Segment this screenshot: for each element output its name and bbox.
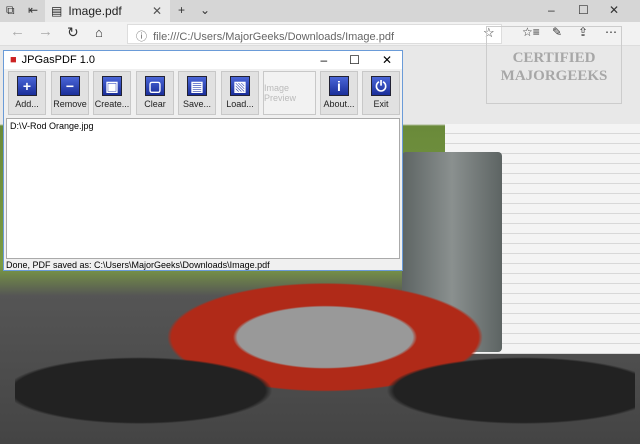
new-tab-icon[interactable]: + [178,3,185,17]
add-button[interactable]: + Add... [8,71,46,115]
info-icon: i [329,76,349,96]
forward-icon[interactable]: → [38,23,53,40]
address-bar[interactable]: ⓘ file:///C:/Users/MajorGeeks/Downloads/… [127,24,502,44]
pdf-icon: ▤ [51,4,63,18]
clear-icon: ▢ [145,76,165,96]
majorgeeks-watermark: CERTIFIED MAJORGEEKS [486,26,622,104]
minimize-icon[interactable]: – [548,3,555,17]
home-icon[interactable]: ⌂ [95,25,103,40]
close-tab-icon[interactable]: ✕ [152,4,162,18]
set-aside-tabs-icon[interactable]: ⇤ [28,3,38,17]
toolbar: + Add... − Remove ▣ Create... ▢ Clear ▤ Save.… [4,69,402,117]
chevron-down-icon[interactable]: ⌄ [200,3,210,17]
app-close-icon[interactable]: ✕ [382,53,392,67]
browser-tab-bar: ⧉ ⇤ ▤ Image.pdf ✕ + ⌄ – ☐ ✕ [0,0,640,22]
remove-button[interactable]: − Remove [51,71,89,115]
create-pdf-icon: ▣ [102,76,122,96]
motorcycle [15,266,635,444]
back-icon[interactable]: ← [10,23,25,40]
app-icon: ■ [10,54,17,66]
app-minimize-icon[interactable]: – [320,53,327,67]
about-button[interactable]: i About... [320,71,358,115]
save-icon: ▤ [187,76,207,96]
jpgaspdf-window: ■ JPGasPDF 1.0 – ☐ ✕ + Add... − Remove ▣ Crea… [3,50,403,271]
power-icon: ⏻ [371,76,391,96]
app-title-bar: ■ JPGasPDF 1.0 – ☐ ✕ [4,51,402,69]
tab-groups-icon[interactable]: ⧉ [6,3,15,18]
list-item[interactable]: D:\V-Rod Orange.jpg [10,121,396,131]
create-button[interactable]: ▣ Create... [93,71,131,115]
clear-button[interactable]: ▢ Clear [136,71,174,115]
status-bar: Done, PDF saved as: C:\Users\MajorGeeks\… [6,260,270,270]
minus-icon: − [60,76,80,96]
file-list[interactable]: D:\V-Rod Orange.jpg [6,118,400,259]
refresh-icon[interactable]: ↻ [67,24,79,41]
image-preview-button[interactable]: Image Preview [263,71,316,115]
load-button[interactable]: ▧ Load... [221,71,259,115]
app-maximize-icon[interactable]: ☐ [349,53,360,67]
tab-image-pdf[interactable]: ▤ Image.pdf ✕ [45,0,170,22]
close-icon[interactable]: ✕ [609,3,619,17]
save-button[interactable]: ▤ Save... [178,71,216,115]
plus-icon: + [17,76,37,96]
maximize-icon[interactable]: ☐ [578,3,589,17]
exit-button[interactable]: ⏻ Exit [362,71,400,115]
load-icon: ▧ [230,76,250,96]
